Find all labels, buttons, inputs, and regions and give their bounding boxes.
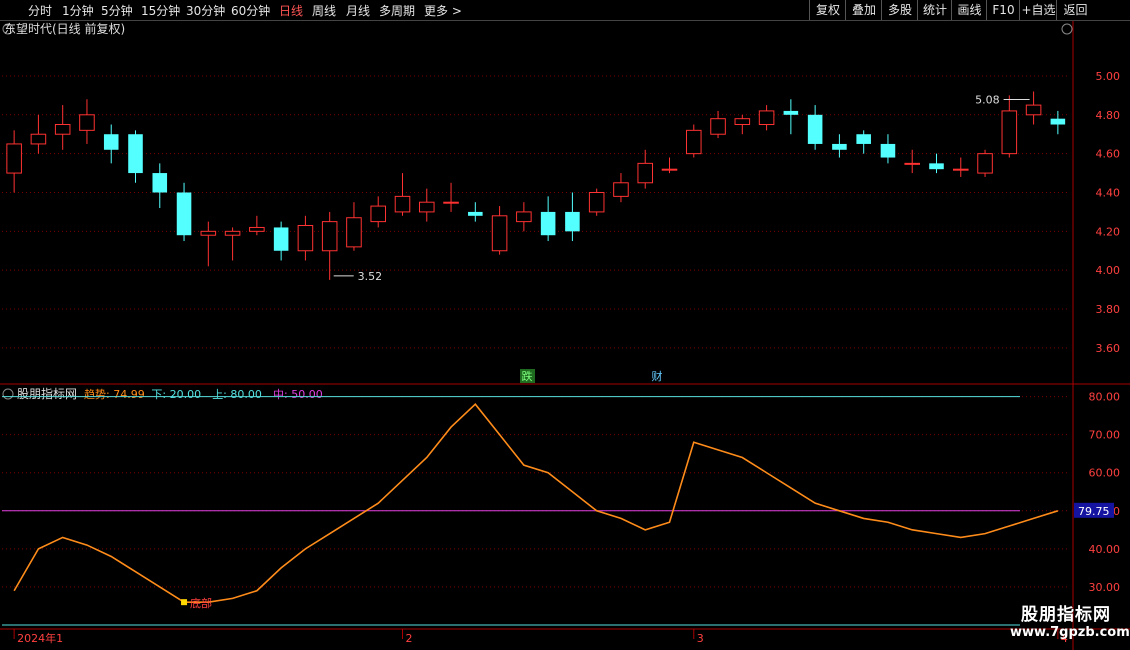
tab-5[interactable]: 60分钟	[231, 2, 270, 19]
candle-body-10	[249, 226, 265, 232]
candle-body-42	[1025, 104, 1042, 116]
candle-body-28	[685, 129, 702, 155]
toolbar-button-0[interactable]: 复权	[809, 0, 846, 20]
event-label-2: 财	[652, 369, 663, 383]
low-price-label: 3.52	[358, 270, 383, 283]
date-label-1: 2	[406, 632, 413, 645]
candle-body-34	[832, 143, 847, 150]
chart-background	[0, 21, 1130, 650]
candle-body-2	[54, 124, 71, 135]
candle-body-36	[880, 143, 896, 158]
candle-body-43	[1050, 118, 1066, 125]
candle-body-27	[661, 168, 678, 171]
candle-body-8	[200, 230, 217, 236]
date-label-0: 2024年1	[17, 631, 63, 645]
candle-body-17	[418, 201, 435, 213]
price-tick-5: 4.60	[1096, 148, 1121, 161]
price-tick-7: 5.00	[1096, 70, 1121, 83]
candle-body-4	[103, 134, 119, 150]
indicator-legend-2: 上: 80.00	[212, 388, 262, 401]
candle-body-19	[468, 211, 483, 216]
candle-body-7	[176, 192, 192, 236]
candle-body-40	[977, 153, 993, 174]
candle-body-33	[807, 114, 823, 144]
toolbar-button-3[interactable]: 统计	[917, 0, 952, 20]
indicator-tick-0: 30.00	[1089, 581, 1121, 594]
candle-body-13	[321, 221, 338, 252]
tab-10[interactable]: 更多 >	[424, 2, 462, 19]
candle-body-24	[588, 191, 605, 213]
indicator-title: 股朋指标网	[17, 386, 77, 401]
candle-body-0	[6, 143, 22, 174]
candle-body-39	[952, 168, 969, 171]
current-value-label: 79.75	[1078, 505, 1110, 518]
indicator-tick-5: 80.00	[1089, 391, 1121, 404]
tab-1[interactable]: 1分钟	[62, 2, 94, 19]
toolbar-button-1[interactable]: 叠加	[845, 0, 882, 20]
toolbar-button-5[interactable]: F10	[986, 0, 1020, 20]
candle-body-41	[1001, 110, 1018, 155]
candle-body-25	[613, 182, 629, 197]
main-panel-title: 东望时代(日线 前复权)	[4, 21, 125, 36]
candle-body-18	[443, 201, 459, 204]
indicator-legend-3: 中: 50.00	[273, 388, 323, 401]
kline-chart: 3.60 3.80 4.00 4.20 4.40 4.60 4.80 5.00 5.08 3.52…	[0, 21, 1130, 650]
candle-body-11	[273, 227, 289, 251]
candle-body-15	[370, 205, 387, 223]
price-tick-6: 4.80	[1096, 109, 1121, 122]
candle-body-23	[565, 211, 580, 232]
toolbar-button-2[interactable]: 多股	[881, 0, 918, 20]
candle-body-29	[710, 118, 726, 135]
candle-body-30	[734, 118, 751, 126]
candle-body-14	[346, 217, 362, 248]
tab-4[interactable]: 30分钟	[186, 2, 225, 19]
price-tick-3: 4.20	[1096, 225, 1121, 238]
candle-body-32	[783, 110, 799, 115]
candle-body-21	[516, 211, 532, 223]
high-price-label: 5.08	[975, 93, 1000, 106]
toolbar-button-6[interactable]: +自选	[1019, 0, 1057, 20]
candle-body-3	[79, 114, 95, 131]
bottom-marker	[181, 599, 188, 606]
candle-body-12	[297, 225, 314, 252]
price-tick-2: 4.00	[1096, 264, 1121, 277]
candle-body-26	[637, 162, 654, 184]
tab-2[interactable]: 5分钟	[101, 2, 133, 19]
date-label-2: 3	[697, 632, 704, 645]
tab-7[interactable]: 周线	[312, 2, 336, 19]
candle-body-31	[758, 110, 775, 126]
candle-body-6	[152, 173, 168, 193]
candle-body-9	[224, 230, 241, 236]
toolbar-button-7[interactable]: 返回	[1056, 0, 1094, 20]
price-tick-4: 4.40	[1096, 186, 1121, 199]
tab-6[interactable]: 日线	[279, 2, 303, 19]
indicator-tick-4: 70.00	[1089, 429, 1121, 442]
event-label-1: 跌	[522, 369, 533, 383]
tab-9[interactable]: 多周期	[379, 2, 415, 19]
indicator-tick-1: 40.00	[1089, 543, 1121, 556]
indicator-legend-1: 下: 20.00	[151, 388, 201, 401]
tab-3[interactable]: 15分钟	[141, 2, 180, 19]
watermark-url: www.7gpzb.com	[1010, 625, 1130, 640]
toolbar: 分时 1分钟 5分钟 15分钟 30分钟 60分钟 日线 周线 月线 多周期 更多 > 复权 叠加 多股统…	[0, 0, 1130, 21]
candle-body-22	[540, 211, 556, 236]
candle-body-1	[30, 133, 47, 145]
candle-body-37	[904, 162, 921, 165]
tab-8[interactable]: 月线	[346, 2, 370, 19]
candle-body-38	[929, 163, 944, 170]
candle-body-5	[128, 134, 143, 174]
bottom-label: 底部	[190, 596, 212, 610]
candle-body-35	[856, 134, 871, 144]
indicator-tick-3: 60.00	[1089, 467, 1121, 480]
toolbar-button-4[interactable]: 画线	[951, 0, 987, 20]
tab-0[interactable]: 分时	[28, 2, 52, 19]
price-tick-1: 3.80	[1096, 303, 1121, 316]
watermark: 股朋指标网 www.7gpzb.com	[1010, 600, 1130, 640]
price-tick-0: 3.60	[1096, 342, 1121, 355]
indicator-legend-0: 趋势: 74.99	[84, 388, 145, 401]
watermark-title: 股朋指标网	[1021, 605, 1111, 625]
candle-body-20	[491, 215, 508, 252]
candle-body-16	[394, 195, 411, 213]
